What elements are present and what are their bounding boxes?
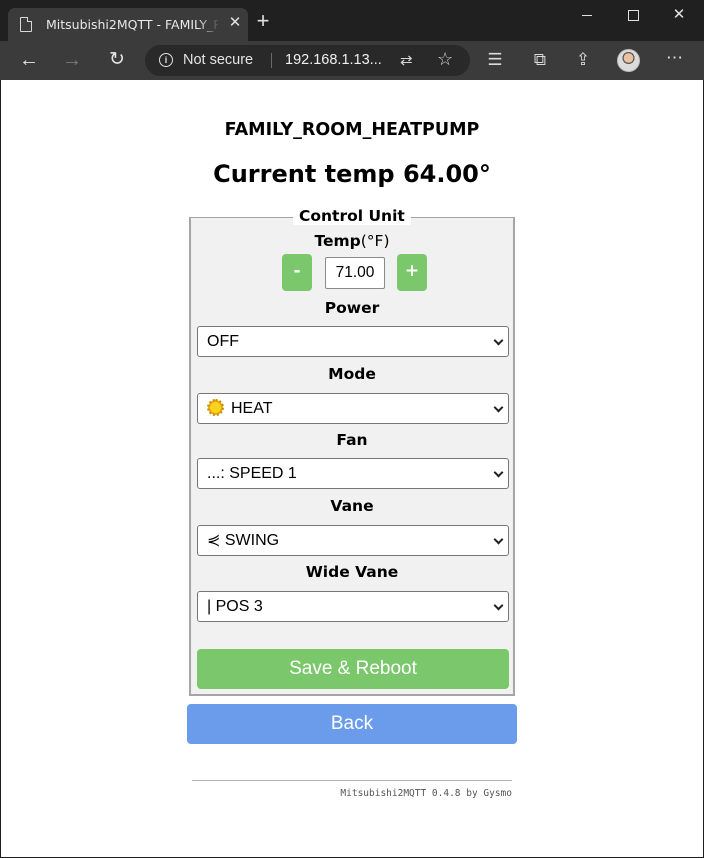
current-temp: Current temp 64.00° — [213, 160, 491, 188]
wide-vane-label: Wide Vane — [305, 563, 399, 581]
chevron-down-icon — [493, 534, 504, 545]
wide-vane-select-value: | POS 3 — [207, 598, 263, 615]
temp-unit: (°F) — [360, 232, 390, 250]
fan-select[interactable]: ...: SPEED 1 — [197, 458, 509, 489]
device-title: FAMILY_ROOM_HEATPUMP — [224, 120, 480, 140]
sun-icon — [207, 399, 224, 416]
url-text[interactable]: 192.168.1.13... — [285, 52, 382, 68]
share-icon[interactable]: ⇪ — [572, 49, 594, 71]
translate-icon[interactable]: ⇄ — [400, 51, 413, 69]
browser-titlebar: Mitsubishi2MQTT - FAMILY_ROOM_HEATPUMP ✕… — [0, 0, 704, 41]
tab-title-fade — [198, 13, 220, 35]
mode-select[interactable]: HEAT — [197, 393, 509, 424]
browser-toolbar: ← → ↻ i Not secure 192.168.1.13... ⇄ ☆ ☰… — [0, 41, 704, 80]
temp-decrease-button[interactable]: - — [282, 254, 312, 291]
save-reboot-button[interactable]: Save & Reboot — [197, 649, 509, 689]
vane-select-value: ⋞ SWING — [207, 532, 280, 549]
favorites-icon[interactable]: ☰ — [484, 49, 506, 71]
address-bar[interactable]: i Not secure 192.168.1.13... ⇄ ☆ — [145, 45, 470, 76]
power-label: Power — [324, 299, 380, 317]
address-separator — [271, 53, 272, 68]
collections-icon[interactable]: ⧉ — [529, 49, 551, 71]
minimize-button[interactable] — [564, 0, 610, 30]
control-unit-legend: Control Unit — [293, 207, 411, 225]
forward-icon[interactable]: → — [58, 47, 86, 75]
more-icon[interactable]: ⋯ — [663, 49, 687, 71]
wide-vane-select[interactable]: | POS 3 — [197, 591, 509, 622]
chevron-down-icon — [493, 335, 504, 346]
star-icon[interactable]: ☆ — [437, 49, 453, 70]
temp-label: Temp(°F) — [191, 232, 513, 250]
footer-text: Mitsubishi2MQTT 0.4.8 by Gysmo — [340, 788, 512, 799]
web-page: FAMILY_ROOM_HEATPUMP Current temp 64.00°… — [1, 80, 703, 857]
vane-select[interactable]: ⋞ SWING — [197, 525, 509, 556]
fan-select-value: ...: SPEED 1 — [207, 465, 297, 482]
fan-label: Fan — [336, 431, 368, 449]
security-label[interactable]: Not secure — [183, 52, 253, 68]
temp-increase-button[interactable]: + — [397, 254, 427, 291]
tab-title: Mitsubishi2MQTT - FAMILY_ROOM_HEATPUMP — [46, 17, 218, 32]
back-button[interactable]: Back — [187, 704, 517, 744]
maximize-button[interactable] — [610, 0, 656, 30]
temp-label-text: Temp — [314, 232, 361, 250]
mode-select-value: HEAT — [231, 400, 273, 417]
mode-label: Mode — [328, 365, 376, 383]
close-window-button[interactable]: ✕ — [656, 0, 702, 30]
reload-icon[interactable]: ↻ — [103, 47, 131, 75]
new-tab-button[interactable]: + — [253, 10, 273, 32]
chevron-down-icon — [493, 600, 504, 611]
temp-input[interactable]: 71.00 — [325, 257, 385, 289]
page-icon — [20, 17, 32, 32]
browser-tab[interactable]: Mitsubishi2MQTT - FAMILY_ROOM_HEATPUMP ✕ — [8, 8, 248, 41]
vane-label: Vane — [330, 497, 374, 515]
tab-close-icon[interactable]: ✕ — [227, 15, 243, 31]
chevron-down-icon — [493, 402, 504, 413]
control-unit-fieldset: Control Unit Temp(°F) - 71.00 + Power OF… — [189, 207, 515, 696]
power-select[interactable]: OFF — [197, 326, 509, 357]
back-icon[interactable]: ← — [15, 47, 43, 75]
chevron-down-icon — [493, 467, 504, 478]
profile-avatar[interactable] — [617, 49, 640, 72]
power-select-value: OFF — [207, 333, 239, 350]
info-icon[interactable]: i — [159, 53, 173, 67]
footer-divider — [192, 780, 512, 781]
